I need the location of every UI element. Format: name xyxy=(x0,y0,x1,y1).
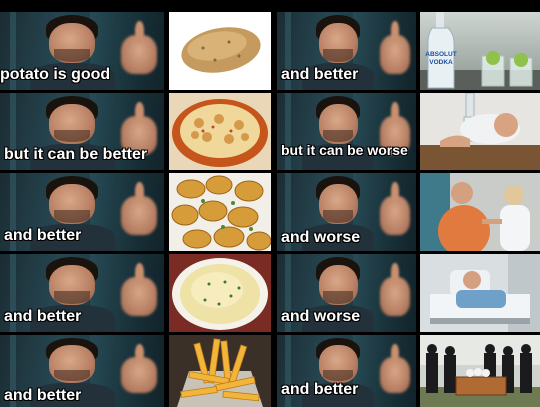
caption-right: and worse xyxy=(281,229,361,247)
french-fries-icon xyxy=(169,335,271,407)
doctor-patient-icon xyxy=(420,173,540,251)
man-panel-row1-right: and better xyxy=(277,12,416,90)
potato-gratin-icon xyxy=(169,93,271,170)
man-panel-row3-right: and worse xyxy=(277,173,416,251)
man-panel-row4-left: and better xyxy=(0,254,164,332)
drunk-man-image xyxy=(420,93,540,170)
man-panel-row2-left: but it can be better xyxy=(0,93,164,170)
french-fries-image xyxy=(169,335,271,407)
man-panel-row1-left: potato is good xyxy=(0,12,164,90)
fried-potatoes-icon xyxy=(169,173,271,251)
fried-potatoes-image xyxy=(169,173,271,251)
svg-text:VODKA: VODKA xyxy=(429,59,453,66)
funeral-image xyxy=(420,335,540,407)
funeral-casket-icon xyxy=(420,335,540,407)
vodka-bottle-icon: ABSOLUT VODKA xyxy=(420,12,540,90)
man-panel-row5-right: and better xyxy=(277,335,416,407)
caption-right: and worse xyxy=(281,308,361,326)
caption-left: potato is good xyxy=(0,66,111,84)
man-panel-row2-right: but it can be worse xyxy=(277,93,416,170)
caption-left: and better xyxy=(4,387,82,405)
caption-right: and better xyxy=(281,381,359,399)
man-panel-row3-left: and better xyxy=(0,173,164,251)
caption-left: and better xyxy=(4,308,82,326)
drunk-man-icon xyxy=(420,93,540,170)
doctor-patient-image xyxy=(420,173,540,251)
potato-image xyxy=(169,12,271,90)
caption-left: but it can be better xyxy=(4,146,148,164)
hospital-bed-icon xyxy=(420,254,540,332)
meme-grid: potato is good and better ABSOLUT VODKA … xyxy=(0,0,540,407)
vodka-label: ABSOLUT xyxy=(425,51,456,58)
caption-left: and better xyxy=(4,227,82,245)
potato-gratin-image xyxy=(169,93,271,170)
mashed-potatoes-icon xyxy=(169,254,271,332)
caption-right: and better xyxy=(281,66,359,84)
mashed-potatoes-image xyxy=(169,254,271,332)
man-panel-row5-left: and better xyxy=(0,335,164,407)
caption-right: but it can be worse xyxy=(281,141,408,158)
hospital-bed-image xyxy=(420,254,540,332)
potato-icon xyxy=(169,12,271,90)
man-panel-row4-right: and worse xyxy=(277,254,416,332)
vodka-image: ABSOLUT VODKA xyxy=(420,12,540,90)
